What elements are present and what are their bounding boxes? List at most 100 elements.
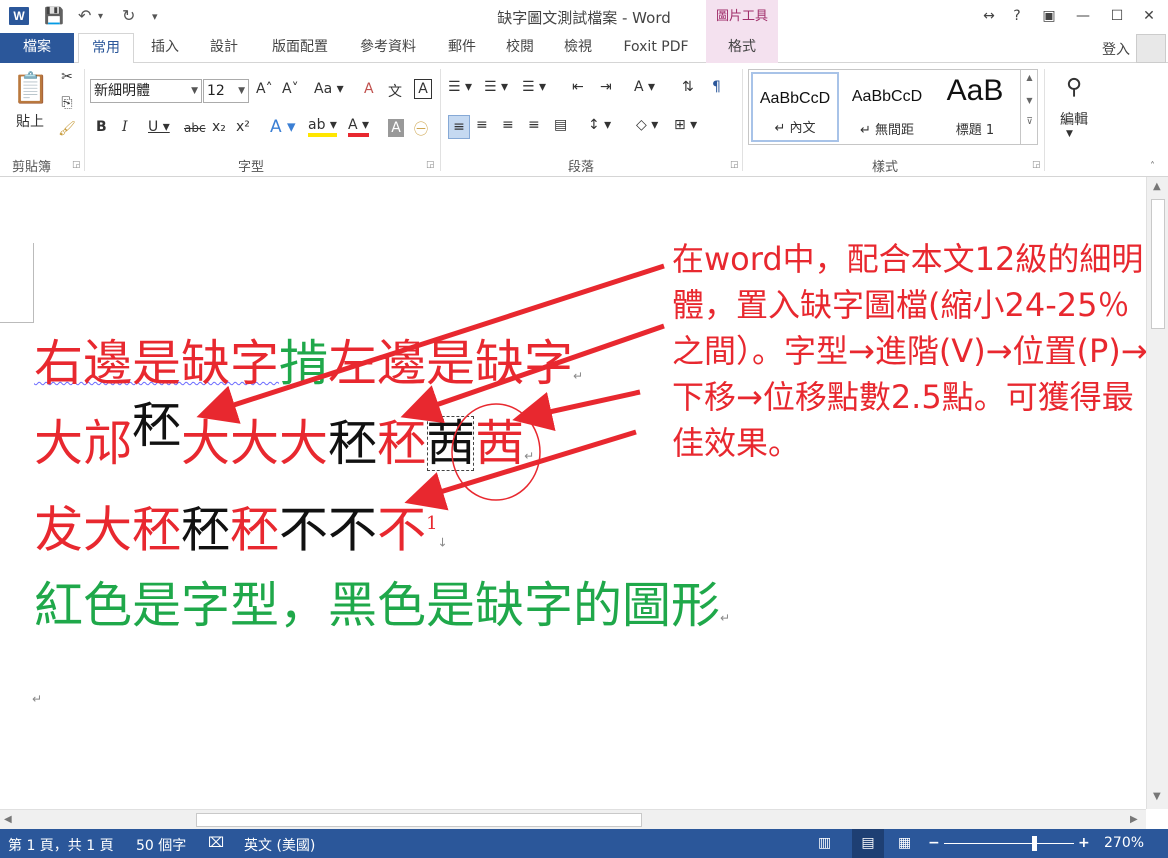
ribbon-options-icon[interactable]: ▣: [1034, 4, 1064, 28]
enclose-character-icon[interactable]: ㊀: [414, 119, 428, 139]
collapse-ribbon-icon[interactable]: ˄: [1150, 161, 1155, 172]
missing-char-image[interactable]: 秠: [132, 397, 181, 454]
character-shading-icon[interactable]: A: [388, 119, 404, 137]
tab-references[interactable]: 參考資料: [350, 33, 426, 63]
missing-char-image[interactable]: 不不: [279, 501, 377, 558]
close-button[interactable]: ✕: [1134, 4, 1164, 28]
zoom-in-icon[interactable]: +: [1078, 835, 1090, 851]
increase-indent-icon[interactable]: ⇥: [600, 79, 612, 95]
borders-icon[interactable]: ⊞ ▾: [674, 117, 697, 133]
subscript-icon[interactable]: x₂: [212, 119, 226, 135]
zoom-out-icon[interactable]: −: [928, 835, 940, 851]
print-layout-icon[interactable]: ▤: [852, 829, 884, 858]
tab-design[interactable]: 設計: [198, 33, 250, 63]
tab-file[interactable]: 檔案: [0, 33, 74, 63]
language-indicator[interactable]: 英文 (美國): [244, 835, 315, 855]
maximize-button[interactable]: ☐: [1102, 4, 1132, 28]
zoom-level[interactable]: 270%: [1104, 835, 1144, 851]
selected-missing-char-image[interactable]: 茜: [426, 415, 475, 472]
numbering-icon[interactable]: ☰ ▾: [484, 79, 508, 95]
zoom-slider-thumb[interactable]: [1032, 836, 1037, 851]
align-center-icon[interactable]: ≡: [476, 117, 488, 133]
format-painter-icon[interactable]: 🖌: [58, 121, 76, 137]
minimize-button[interactable]: —: [1068, 4, 1098, 28]
sort-icon[interactable]: ⇅: [682, 79, 694, 95]
paste-icon[interactable]: 📋: [12, 69, 49, 109]
clear-format-icon[interactable]: A: [364, 81, 374, 97]
scroll-thumb[interactable]: [196, 813, 642, 827]
word-count[interactable]: 50 個字: [136, 835, 186, 855]
binoculars-icon[interactable]: ⚲: [1060, 75, 1088, 100]
font-launcher-icon[interactable]: ◲: [426, 160, 435, 170]
web-layout-icon[interactable]: ▦: [898, 835, 911, 851]
missing-char-image[interactable]: 秠: [181, 501, 230, 558]
scroll-down-icon[interactable]: ▼: [1153, 791, 1161, 802]
tab-insert[interactable]: 插入: [140, 33, 190, 63]
chevron-down-icon[interactable]: ▼: [1021, 96, 1038, 105]
multilevel-list-icon[interactable]: ☰ ▾: [522, 79, 546, 95]
tab-foxit-pdf[interactable]: Foxit PDF: [614, 33, 698, 63]
align-right-icon[interactable]: ≡: [502, 117, 514, 133]
clipboard-launcher-icon[interactable]: ◲: [72, 160, 81, 170]
shading-icon[interactable]: ◇ ▾: [636, 117, 658, 133]
strikethrough-icon[interactable]: abc: [184, 121, 206, 135]
superscript-icon[interactable]: x²: [236, 119, 250, 135]
paragraph-launcher-icon[interactable]: ◲: [730, 160, 739, 170]
ribbon-display-icon[interactable]: ↔: [974, 4, 1004, 28]
page-count[interactable]: 第 1 頁，共 1 頁: [8, 835, 114, 855]
scroll-left-icon[interactable]: ◀: [4, 814, 12, 825]
tab-layout[interactable]: 版面配置: [262, 33, 338, 63]
copy-icon[interactable]: ⎘: [58, 95, 76, 111]
scroll-right-icon[interactable]: ▶: [1130, 814, 1138, 825]
grow-font-icon[interactable]: A˄: [256, 81, 273, 97]
show-marks-icon[interactable]: ¶: [712, 79, 721, 95]
scroll-thumb[interactable]: [1151, 199, 1165, 329]
tab-review[interactable]: 校閱: [498, 33, 542, 63]
text-effects-icon[interactable]: A ▾: [270, 117, 296, 137]
character-border-icon[interactable]: A: [414, 79, 432, 99]
editing-button[interactable]: 編輯: [1056, 109, 1092, 129]
italic-icon[interactable]: I: [122, 119, 128, 135]
avatar[interactable]: [1136, 34, 1166, 63]
scroll-up-icon[interactable]: ▲: [1153, 181, 1161, 192]
decrease-indent-icon[interactable]: ⇤: [572, 79, 584, 95]
chevron-down-icon[interactable]: ▼: [1066, 129, 1073, 139]
bold-icon[interactable]: B: [96, 119, 107, 135]
highlight-icon[interactable]: ab ▾: [308, 117, 337, 137]
underline-icon[interactable]: U ▾: [148, 119, 170, 135]
style-heading-1[interactable]: AaB 標題 1: [935, 72, 1015, 142]
font-size-combo[interactable]: 12 ▼: [203, 79, 249, 103]
styles-launcher-icon[interactable]: ◲: [1032, 160, 1041, 170]
footnote-reference[interactable]: 1: [426, 513, 437, 534]
zoom-slider[interactable]: [944, 843, 1074, 844]
login-link[interactable]: 登入: [1102, 39, 1130, 59]
tab-home[interactable]: 常用: [78, 33, 134, 64]
tab-view[interactable]: 檢視: [556, 33, 600, 63]
align-left-icon[interactable]: ≡: [448, 115, 470, 139]
vertical-scrollbar[interactable]: ▲ ▼: [1146, 177, 1168, 809]
tab-format[interactable]: 格式: [706, 33, 778, 63]
character-width-icon[interactable]: A ▾: [634, 79, 655, 95]
style-normal[interactable]: AaBbCcD ↵ 內文: [751, 72, 839, 142]
tab-mailings[interactable]: 郵件: [440, 33, 484, 63]
read-mode-icon[interactable]: ▥: [818, 835, 831, 851]
change-case-button[interactable]: Aa ▾: [314, 81, 344, 97]
style-no-spacing[interactable]: AaBbCcD ↵ 無間距: [843, 72, 931, 142]
horizontal-scrollbar[interactable]: ◀ ▶: [0, 809, 1146, 829]
missing-char-image[interactable]: 秠: [328, 415, 377, 472]
justify-icon[interactable]: ≡: [528, 117, 540, 133]
distributed-icon[interactable]: ▤: [554, 117, 567, 133]
paste-button[interactable]: 貼上: [12, 111, 48, 131]
font-color-icon[interactable]: A ▾: [348, 117, 370, 137]
help-button[interactable]: ?: [1002, 4, 1032, 28]
more-styles-icon[interactable]: ⊽: [1021, 117, 1038, 127]
chevron-up-icon[interactable]: ▲: [1021, 73, 1038, 82]
line-spacing-icon[interactable]: ↕ ▾: [588, 117, 611, 133]
cut-icon[interactable]: ✂: [58, 69, 76, 85]
proofing-icon[interactable]: ⌧: [208, 835, 224, 851]
font-name-combo[interactable]: 新細明體 ▼: [90, 79, 202, 103]
bullets-icon[interactable]: ☰ ▾: [448, 79, 472, 95]
shrink-font-icon[interactable]: A˅: [282, 81, 299, 97]
styles-scroll[interactable]: ▲ ▼ ⊽: [1020, 69, 1038, 145]
phonetic-guide-icon[interactable]: 文: [388, 81, 402, 101]
